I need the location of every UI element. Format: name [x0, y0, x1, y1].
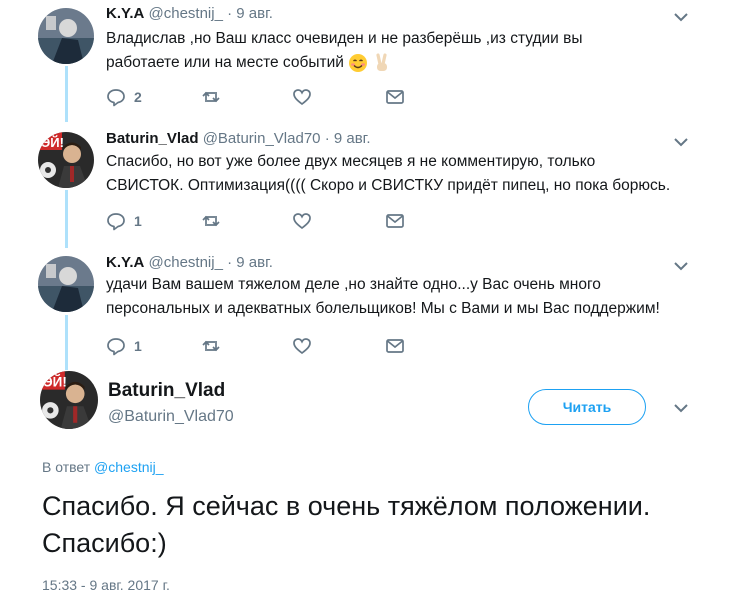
tweet-header: K.Y.A @chestnij_ · 9 авг.: [106, 5, 273, 22]
tweet-header: Baturin_Vlad @Baturin_Vlad70 · 9 авг.: [106, 130, 371, 147]
heart-icon[interactable]: [292, 87, 312, 107]
main-avatar[interactable]: ЭЙ!: [40, 371, 98, 429]
heart-icon[interactable]: [292, 211, 312, 231]
dm-action[interactable]: [385, 210, 405, 232]
tweet-date[interactable]: 9 авг.: [334, 130, 371, 147]
author-handle[interactable]: @Baturin_Vlad70: [203, 130, 321, 147]
separator: ·: [324, 130, 330, 147]
tweet-text-line: Спасибо, но вот уже более двух месяцев я…: [106, 153, 596, 170]
like-action[interactable]: [292, 335, 312, 357]
author-handle[interactable]: @chestnij_: [149, 254, 223, 271]
reply-icon[interactable]: [106, 211, 126, 231]
heart-icon[interactable]: [292, 336, 312, 356]
avatar[interactable]: ЭЙ!: [38, 132, 94, 188]
retweet-action[interactable]: [201, 86, 221, 108]
chevron-down-icon[interactable]: [672, 8, 690, 26]
author-name[interactable]: Baturin_Vlad: [106, 130, 199, 147]
tweet-text-line: работаете или на месте событий: [106, 54, 344, 71]
author-handle[interactable]: @chestnij_: [149, 5, 223, 22]
envelope-icon[interactable]: [385, 87, 405, 107]
retweet-action[interactable]: [201, 335, 221, 357]
tweet-text: Спасибо, но вот уже более двух месяцев я…: [106, 150, 706, 198]
tweet-date[interactable]: 9 авг.: [236, 5, 273, 22]
smiling-face-emoji: [349, 53, 368, 72]
reply-action[interactable]: 2: [106, 86, 142, 108]
tweet-header: K.Y.A @chestnij_ · 9 авг.: [106, 254, 273, 271]
tweet-text: удачи Вам вашем тяжелом деле ,но знайте …: [106, 273, 706, 321]
envelope-icon[interactable]: [385, 211, 405, 231]
separator: ·: [227, 254, 233, 271]
chevron-down-icon[interactable]: [672, 399, 690, 417]
tweet-text: Владислав ,но Ваш класс очевиден и не ра…: [106, 27, 706, 75]
tweet-text-line: СВИСТОК. Оптимизация(((( Скоро и СВИСТКУ…: [106, 177, 671, 194]
author-name[interactable]: K.Y.A: [106, 254, 144, 271]
tweet[interactable]: ЭЙ! Baturin_Vlad @Baturin_Vlad70 · 9 авг…: [0, 122, 730, 246]
reply-action[interactable]: 1: [106, 210, 142, 232]
reply-count: 1: [134, 338, 142, 354]
svg-text:ЭЙ!: ЭЙ!: [43, 375, 67, 390]
tweet-date[interactable]: 9 авг.: [236, 254, 273, 271]
author-name[interactable]: K.Y.A: [106, 5, 144, 22]
dm-action[interactable]: [385, 335, 405, 357]
main-author-handle[interactable]: @Baturin_Vlad70: [108, 408, 234, 426]
victory-hand-emoji: [375, 53, 387, 71]
chevron-down-icon[interactable]: [672, 133, 690, 151]
main-author-name[interactable]: Baturin_Vlad: [108, 380, 225, 402]
retweet-icon[interactable]: [201, 336, 221, 356]
main-tweet-text: Спасибо. Я сейчас в очень тяжёлом положе…: [42, 491, 651, 558]
reply-count: 1: [134, 213, 142, 229]
reply-icon[interactable]: [106, 87, 126, 107]
retweet-icon[interactable]: [201, 87, 221, 107]
svg-text:ЭЙ!: ЭЙ!: [41, 135, 64, 150]
dm-action[interactable]: [385, 86, 405, 108]
reply-to-link[interactable]: @chestnij_: [94, 459, 163, 475]
tweet-text-line: Владислав ,но Ваш класс очевиден и не ра…: [106, 30, 583, 47]
like-action[interactable]: [292, 210, 312, 232]
separator: ·: [227, 5, 233, 22]
envelope-icon[interactable]: [385, 336, 405, 356]
reply-context: В ответ @chestnij_: [42, 459, 164, 475]
tweet-text-line: удачи Вам вашем тяжелом деле ,но знайте …: [106, 276, 601, 293]
retweet-action[interactable]: [201, 210, 221, 232]
reply-prefix: В ответ: [42, 459, 91, 475]
avatar[interactable]: [38, 256, 94, 312]
tweet-text-line: персональных и адекватных болельщиков! М…: [106, 300, 660, 317]
reply-action[interactable]: 1: [106, 335, 142, 357]
reply-count: 2: [134, 89, 142, 105]
reply-icon[interactable]: [106, 336, 126, 356]
avatar[interactable]: [38, 8, 94, 64]
tweet[interactable]: K.Y.A @chestnij_ · 9 авг. удачи Вам ваше…: [0, 247, 730, 369]
retweet-icon[interactable]: [201, 211, 221, 231]
tweet[interactable]: K.Y.A @chestnij_ · 9 авг. Владислав ,но …: [0, 0, 730, 120]
tweet-timestamp[interactable]: 15:33 - 9 авг. 2017 г.: [42, 577, 170, 593]
follow-button[interactable]: Читать: [528, 389, 646, 425]
like-action[interactable]: [292, 86, 312, 108]
